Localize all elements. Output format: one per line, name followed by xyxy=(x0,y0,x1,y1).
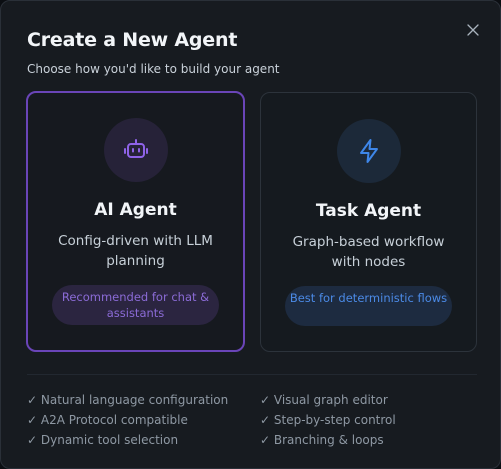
dialog-title: Create a New Agent xyxy=(27,29,238,51)
task-agent-description: Graph-based workflow with nodes xyxy=(292,234,445,270)
ai-agent-features: ✓ Natural language configuration ✓ A2A P… xyxy=(27,391,228,451)
task-agent-title: Task Agent xyxy=(315,201,422,221)
task-agent-icon-circle xyxy=(336,119,401,183)
feature-item: ✓ Dynamic tool selection xyxy=(27,433,179,447)
feature-item: ✓ Step-by-step control xyxy=(260,413,396,427)
feature-item: ✓ A2A Protocol compatible xyxy=(27,413,188,427)
ai-agent-card[interactable]: AI Agent Config-driven with LLM planning… xyxy=(26,91,245,352)
task-agent-features: ✓ Visual graph editor ✓ Step-by-step con… xyxy=(260,391,396,451)
task-agent-card[interactable]: Task Agent Graph-based workflow with nod… xyxy=(260,92,477,352)
ai-agent-icon-circle xyxy=(103,118,168,182)
lightning-bolt-icon xyxy=(359,139,378,163)
close-button[interactable] xyxy=(464,21,482,39)
ai-agent-badge: Recommended for chat & assistants xyxy=(52,285,219,325)
ai-agent-title: AI Agent xyxy=(94,200,177,220)
close-icon xyxy=(467,24,479,36)
divider xyxy=(27,374,477,375)
dialog-subtitle: Choose how you'd like to build your agen… xyxy=(27,62,280,76)
feature-item: ✓ Branching & loops xyxy=(260,433,384,447)
robot-icon xyxy=(123,139,148,158)
create-agent-dialog: Create a New Agent Choose how you'd like… xyxy=(0,0,501,469)
ai-agent-description: Config-driven with LLM planning xyxy=(58,233,213,269)
task-agent-badge: Best for deterministic flows xyxy=(285,286,452,326)
feature-item: ✓ Visual graph editor xyxy=(260,393,388,407)
feature-item: ✓ Natural language configuration xyxy=(27,393,229,407)
